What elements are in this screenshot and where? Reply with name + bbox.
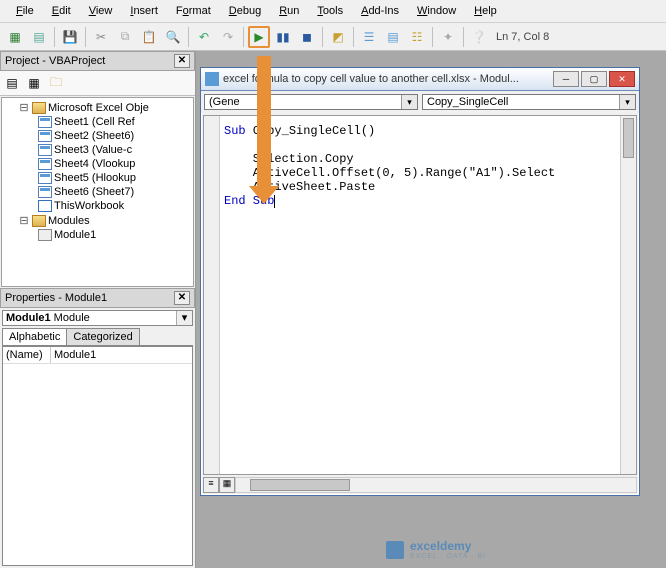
project-pane-close[interactable]: ✕	[174, 54, 190, 68]
break-icon[interactable]: ▮▮	[272, 26, 294, 48]
code-editor[interactable]: Sub Copy_SingleCell() Selection.Copy Act…	[220, 116, 620, 474]
tree-sheet5[interactable]: Sheet5 (Hlookup	[4, 171, 191, 185]
cursor-position: Ln 7, Col 8	[496, 31, 549, 43]
reset-icon[interactable]: ◼	[296, 26, 318, 48]
procedure-view-button[interactable]: ≡	[203, 477, 219, 493]
close-button[interactable]: ✕	[609, 71, 635, 87]
scrollbar-vertical[interactable]	[620, 116, 636, 474]
excel-icon[interactable]: ▦	[4, 26, 26, 48]
object-combo[interactable]: (Gene ▾	[204, 94, 418, 110]
menu-insert[interactable]: Insert	[122, 2, 166, 20]
chevron-down-icon: ▾	[176, 311, 192, 325]
module-icon	[205, 72, 219, 86]
maximize-button[interactable]: ▢	[581, 71, 607, 87]
property-row-name: (Name) Module1	[3, 347, 192, 364]
code-window-title: excel formula to copy cell value to anot…	[223, 73, 549, 85]
toolbox-icon[interactable]: ✦	[437, 26, 459, 48]
tree-sheet3[interactable]: Sheet3 (Value-c	[4, 143, 191, 157]
menu-edit[interactable]: Edit	[44, 2, 79, 20]
properties-grid[interactable]: (Name) Module1	[2, 346, 193, 566]
tab-alphabetic[interactable]: Alphabetic	[2, 328, 67, 345]
project-toolbar: ▤ ▦ 🗀	[0, 71, 195, 96]
toolbar: ▦ ▤ 💾 ✂ ⧉ 📋 🔍 ↶ ↷ ▶ ▮▮ ◼ ◩ ☰ ▤ ☷ ✦ ❔ Ln …	[0, 23, 666, 51]
properties-pane-header: Properties - Module1 ✕	[0, 288, 195, 308]
full-module-view-button[interactable]: ▦	[219, 477, 235, 493]
properties-pane-title: Properties - Module1	[5, 292, 107, 304]
menu-help[interactable]: Help	[466, 2, 505, 20]
view-code-icon[interactable]: ▤	[2, 73, 22, 93]
object-browser-icon[interactable]: ☷	[406, 26, 428, 48]
project-explorer-icon[interactable]: ☰	[358, 26, 380, 48]
menu-run[interactable]: Run	[271, 2, 307, 20]
procedure-combo[interactable]: Copy_SingleCell ▾	[422, 94, 636, 110]
watermark: exceldemy EXCEL · DATA · BI	[386, 539, 486, 560]
insert-module-icon[interactable]: ▤	[28, 26, 50, 48]
menu-view[interactable]: View	[81, 2, 121, 20]
tree-module1[interactable]: Module1	[4, 228, 191, 242]
tree-sheet2[interactable]: Sheet2 (Sheet6)	[4, 129, 191, 143]
design-mode-icon[interactable]: ◩	[327, 26, 349, 48]
paste-icon[interactable]: 📋	[138, 26, 160, 48]
margin-indicator-bar	[204, 116, 220, 474]
properties-object-select[interactable]: Module1 Module ▾	[2, 310, 193, 326]
menu-window[interactable]: Window	[409, 2, 464, 20]
menu-debug[interactable]: Debug	[221, 2, 269, 20]
menu-format[interactable]: Format	[168, 2, 219, 20]
chevron-down-icon: ▾	[619, 95, 635, 109]
tree-thisworkbook[interactable]: ThisWorkbook	[4, 199, 191, 213]
save-icon[interactable]: 💾	[59, 26, 81, 48]
project-tree[interactable]: ⊟Microsoft Excel Obje Sheet1 (Cell Ref S…	[1, 97, 194, 287]
tree-sheet1[interactable]: Sheet1 (Cell Ref	[4, 115, 191, 129]
tree-sheet6[interactable]: Sheet6 (Sheet7)	[4, 185, 191, 199]
menu-bar: File Edit View Insert Format Debug Run T…	[0, 0, 666, 23]
properties-window-icon[interactable]: ▤	[382, 26, 404, 48]
project-pane-header: Project - VBAProject ✕	[0, 51, 195, 71]
tab-categorized[interactable]: Categorized	[66, 328, 139, 345]
properties-pane-close[interactable]: ✕	[174, 291, 190, 305]
copy-icon[interactable]: ⧉	[114, 26, 136, 48]
chevron-down-icon: ▾	[401, 95, 417, 109]
view-object-icon[interactable]: ▦	[24, 73, 44, 93]
help-icon[interactable]: ❔	[468, 26, 490, 48]
minimize-button[interactable]: ─	[553, 71, 579, 87]
properties-tabs: Alphabetic Categorized	[2, 328, 193, 346]
toggle-folders-icon[interactable]: 🗀	[46, 73, 66, 93]
cut-icon[interactable]: ✂	[90, 26, 112, 48]
menu-addins[interactable]: Add-Ins	[353, 2, 407, 20]
menu-tools[interactable]: Tools	[309, 2, 351, 20]
code-window: excel formula to copy cell value to anot…	[200, 67, 640, 496]
tree-sheet4[interactable]: Sheet4 (Vlookup	[4, 157, 191, 171]
tree-folder-excel-objects[interactable]: ⊟Microsoft Excel Obje	[4, 100, 191, 115]
menu-file[interactable]: File	[8, 2, 42, 20]
run-button[interactable]: ▶	[248, 26, 270, 48]
redo-icon[interactable]: ↷	[217, 26, 239, 48]
project-pane-title: Project - VBAProject	[5, 55, 105, 67]
tree-folder-modules[interactable]: ⊟Modules	[4, 213, 191, 228]
scrollbar-horizontal[interactable]	[235, 477, 637, 493]
find-icon[interactable]: 🔍	[162, 26, 184, 48]
undo-icon[interactable]: ↶	[193, 26, 215, 48]
watermark-logo-icon	[386, 541, 404, 559]
code-window-titlebar[interactable]: excel formula to copy cell value to anot…	[201, 68, 639, 91]
